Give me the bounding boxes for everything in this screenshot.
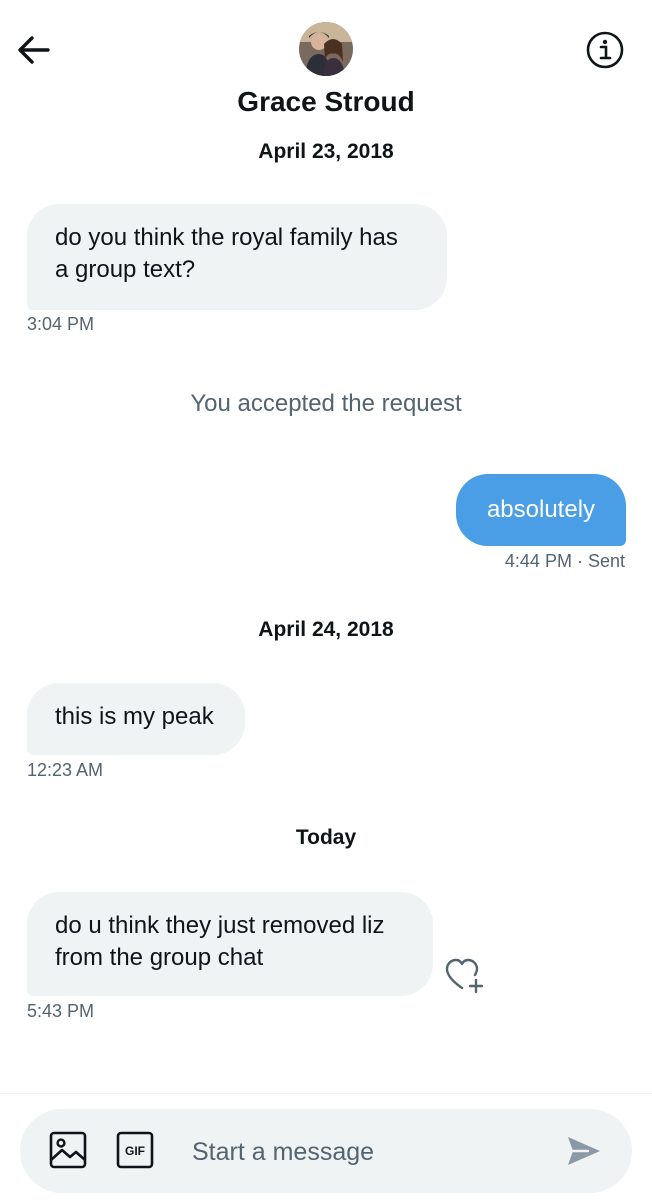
message-status: · Sent bbox=[576, 551, 625, 571]
add-photo-button[interactable] bbox=[48, 1130, 88, 1170]
message-text-line: a group text? bbox=[55, 256, 196, 283]
back-button[interactable] bbox=[14, 30, 54, 70]
message-timestamp: 5:43 PM bbox=[27, 1001, 95, 1021]
date-separator: Today bbox=[295, 826, 357, 849]
contact-name[interactable]: Grace Stroud bbox=[0, 86, 652, 118]
image-icon bbox=[49, 1131, 87, 1169]
system-message: You accepted the request bbox=[190, 390, 462, 417]
gif-label: GIF bbox=[125, 1144, 145, 1158]
back-arrow-icon bbox=[18, 36, 50, 64]
date-separator: April 24, 2018 bbox=[258, 618, 394, 641]
incoming-message[interactable]: do you think the royal family has a grou… bbox=[27, 204, 447, 310]
react-button[interactable] bbox=[444, 956, 488, 996]
divider bbox=[0, 1093, 652, 1094]
add-gif-button[interactable]: GIF bbox=[116, 1131, 154, 1169]
message-timestamp: 12:23 AM bbox=[27, 760, 104, 780]
date-separator: April 23, 2018 bbox=[258, 140, 394, 163]
outgoing-message[interactable]: absolutely bbox=[456, 474, 626, 546]
message-text: this is my peak bbox=[55, 703, 214, 730]
conversation-header: Grace Stroud bbox=[0, 0, 652, 130]
incoming-message[interactable]: do u think they just removed liz from th… bbox=[27, 892, 433, 996]
message-text-line: do u think they just removed liz bbox=[55, 912, 385, 939]
send-icon bbox=[568, 1137, 600, 1165]
message-timestamp: 4:44 PM bbox=[504, 551, 572, 571]
message-text-line: from the group chat bbox=[55, 944, 264, 971]
message-input[interactable] bbox=[190, 1129, 554, 1175]
message-text-line: do you think the royal family has bbox=[55, 224, 398, 251]
gif-icon: GIF bbox=[116, 1131, 154, 1169]
conversation-info-button[interactable] bbox=[584, 29, 626, 71]
message-text: absolutely bbox=[486, 496, 596, 523]
message-composer: GIF bbox=[20, 1109, 632, 1193]
info-icon bbox=[586, 31, 624, 69]
send-button[interactable] bbox=[564, 1131, 604, 1171]
avatar[interactable] bbox=[299, 22, 353, 76]
message-timestamp: 3:04 PM bbox=[27, 314, 95, 334]
message-meta: 4:44 PM · Sent bbox=[505, 551, 625, 572]
heart-plus-icon bbox=[445, 958, 484, 994]
incoming-message[interactable]: this is my peak bbox=[27, 683, 245, 755]
